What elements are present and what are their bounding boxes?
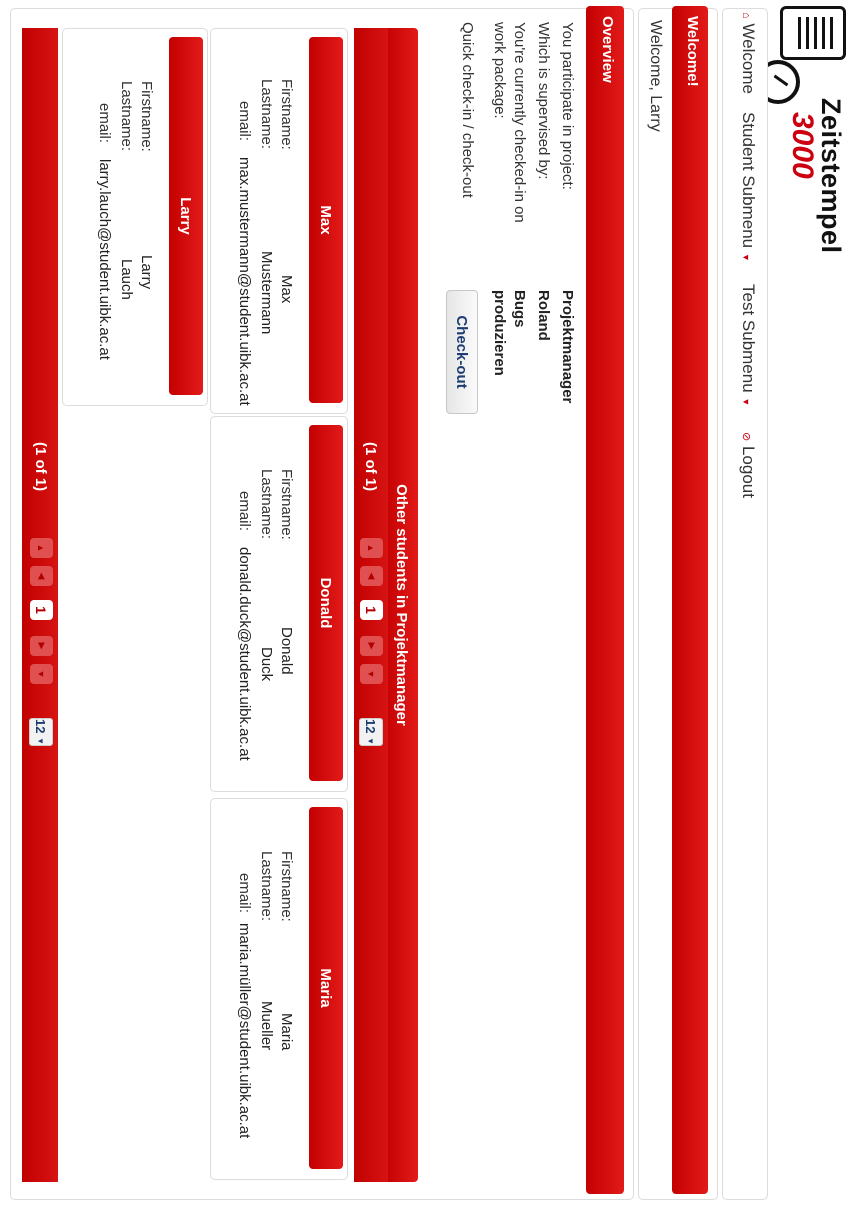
page: Zeitstempel 3000 ⌂ Welcome Student Subme… [0, 0, 852, 1210]
first-page-icon[interactable]: ▲ [30, 538, 53, 558]
student-card-maria: Maria Firstname: Lastname: email: Maria … [210, 798, 348, 1180]
student-card-max: Max Firstname: Lastname: email: Max Must… [210, 28, 348, 414]
project-value: Projektmanager [559, 290, 576, 404]
email-value: maria.müller@student.uibk.ac.at [236, 923, 253, 1139]
checkout-button[interactable]: Check-out [446, 290, 478, 414]
workpackage-value: Bugs [511, 290, 528, 328]
firstname-value: Larry [138, 255, 155, 290]
overview-title: Overview [599, 16, 616, 83]
prev-page-icon[interactable]: ◀ [360, 566, 383, 586]
card-header: Maria [309, 807, 343, 1169]
last-page-icon[interactable]: ▼ [360, 664, 383, 684]
page-number-1[interactable]: 1 [30, 600, 53, 620]
welcome-title: Welcome! [684, 16, 701, 87]
menu-logout[interactable]: ⊘ Logout [738, 432, 758, 498]
quick-checkin-label: Quick check-in / check-out [459, 22, 476, 198]
chevron-down-icon: ▼ [741, 252, 751, 262]
lastname-value: Mueller [258, 1001, 275, 1051]
firstname-value: Donald [278, 627, 295, 675]
last-page-icon[interactable]: ▼ [30, 664, 53, 684]
logo-subtitle: 3000 [786, 112, 819, 179]
app-logo[interactable]: Zeitstempel 3000 [756, 0, 852, 254]
page-report: (1 of 1) [32, 442, 49, 492]
project-label: You participate in project: [559, 22, 576, 190]
workpackage-value-2: produzieren [491, 290, 508, 376]
welcome-header: Welcome! [672, 6, 708, 1194]
rows-per-page-select[interactable]: 12 ▼ [29, 718, 53, 746]
logout-icon: ⊘ [740, 432, 752, 442]
lastname-value: Lauch [118, 259, 135, 300]
menu-test-submenu[interactable]: Test Submenu ▼ [738, 284, 758, 406]
logo-icon [780, 6, 846, 60]
chevron-down-icon: ▼ [741, 397, 751, 407]
workpackage-label-2: work package: [491, 22, 508, 119]
card-header: Donald [309, 425, 343, 781]
page-report: (1 of 1) [362, 442, 379, 492]
students-header: Other students in Projektmanager [384, 28, 418, 1182]
lastname-value: Mustermann [258, 251, 275, 335]
email-value: larry.lauch@student.uibk.ac.at [96, 159, 113, 360]
home-icon: ⌂ [740, 12, 752, 19]
next-page-icon[interactable]: ▶ [30, 636, 53, 656]
paginator-bottom: (1 of 1) ▲ ◀ 1 ▶ ▼ 12 ▼ [22, 28, 58, 1182]
firstname-value: Maria [278, 1013, 295, 1051]
email-value: donald.duck@student.uibk.ac.at [236, 547, 253, 761]
page-number-1[interactable]: 1 [360, 600, 383, 620]
rows-per-page-select[interactable]: 12 ▼ [359, 718, 383, 746]
chevron-down-icon: ▼ [36, 737, 46, 746]
workpackage-label: You're currently checked-in on [511, 22, 528, 223]
overview-header: Overview [586, 6, 624, 1194]
chevron-down-icon: ▼ [366, 737, 376, 746]
student-card-larry: Larry Firstname: Lastname: email: Larry … [62, 28, 208, 406]
logo-title: Zeitstempel [816, 98, 846, 254]
supervisor-value: Roland [535, 290, 552, 341]
next-page-icon[interactable]: ▶ [360, 636, 383, 656]
paginator-top: (1 of 1) ▲ ◀ 1 ▶ ▼ 12 ▼ [354, 28, 388, 1182]
student-card-donald: Donald Firstname: Lastname: email: Donal… [210, 416, 348, 792]
email-value: max.mustermann@student.uibk.ac.at [236, 157, 253, 406]
first-page-icon[interactable]: ▲ [360, 538, 383, 558]
welcome-text: Welcome, Larry [647, 20, 664, 132]
card-header: Max [309, 37, 343, 403]
menu-student-submenu[interactable]: Student Submenu ▼ [738, 112, 758, 262]
menu-welcome[interactable]: ⌂ Welcome [738, 12, 758, 94]
card-header: Larry [169, 37, 203, 395]
students-title: Other students in Projektmanager [393, 484, 410, 726]
prev-page-icon[interactable]: ◀ [30, 566, 53, 586]
supervisor-label: Which is supervised by: [535, 22, 552, 180]
firstname-value: Max [278, 275, 295, 304]
lastname-value: Duck [258, 647, 275, 682]
